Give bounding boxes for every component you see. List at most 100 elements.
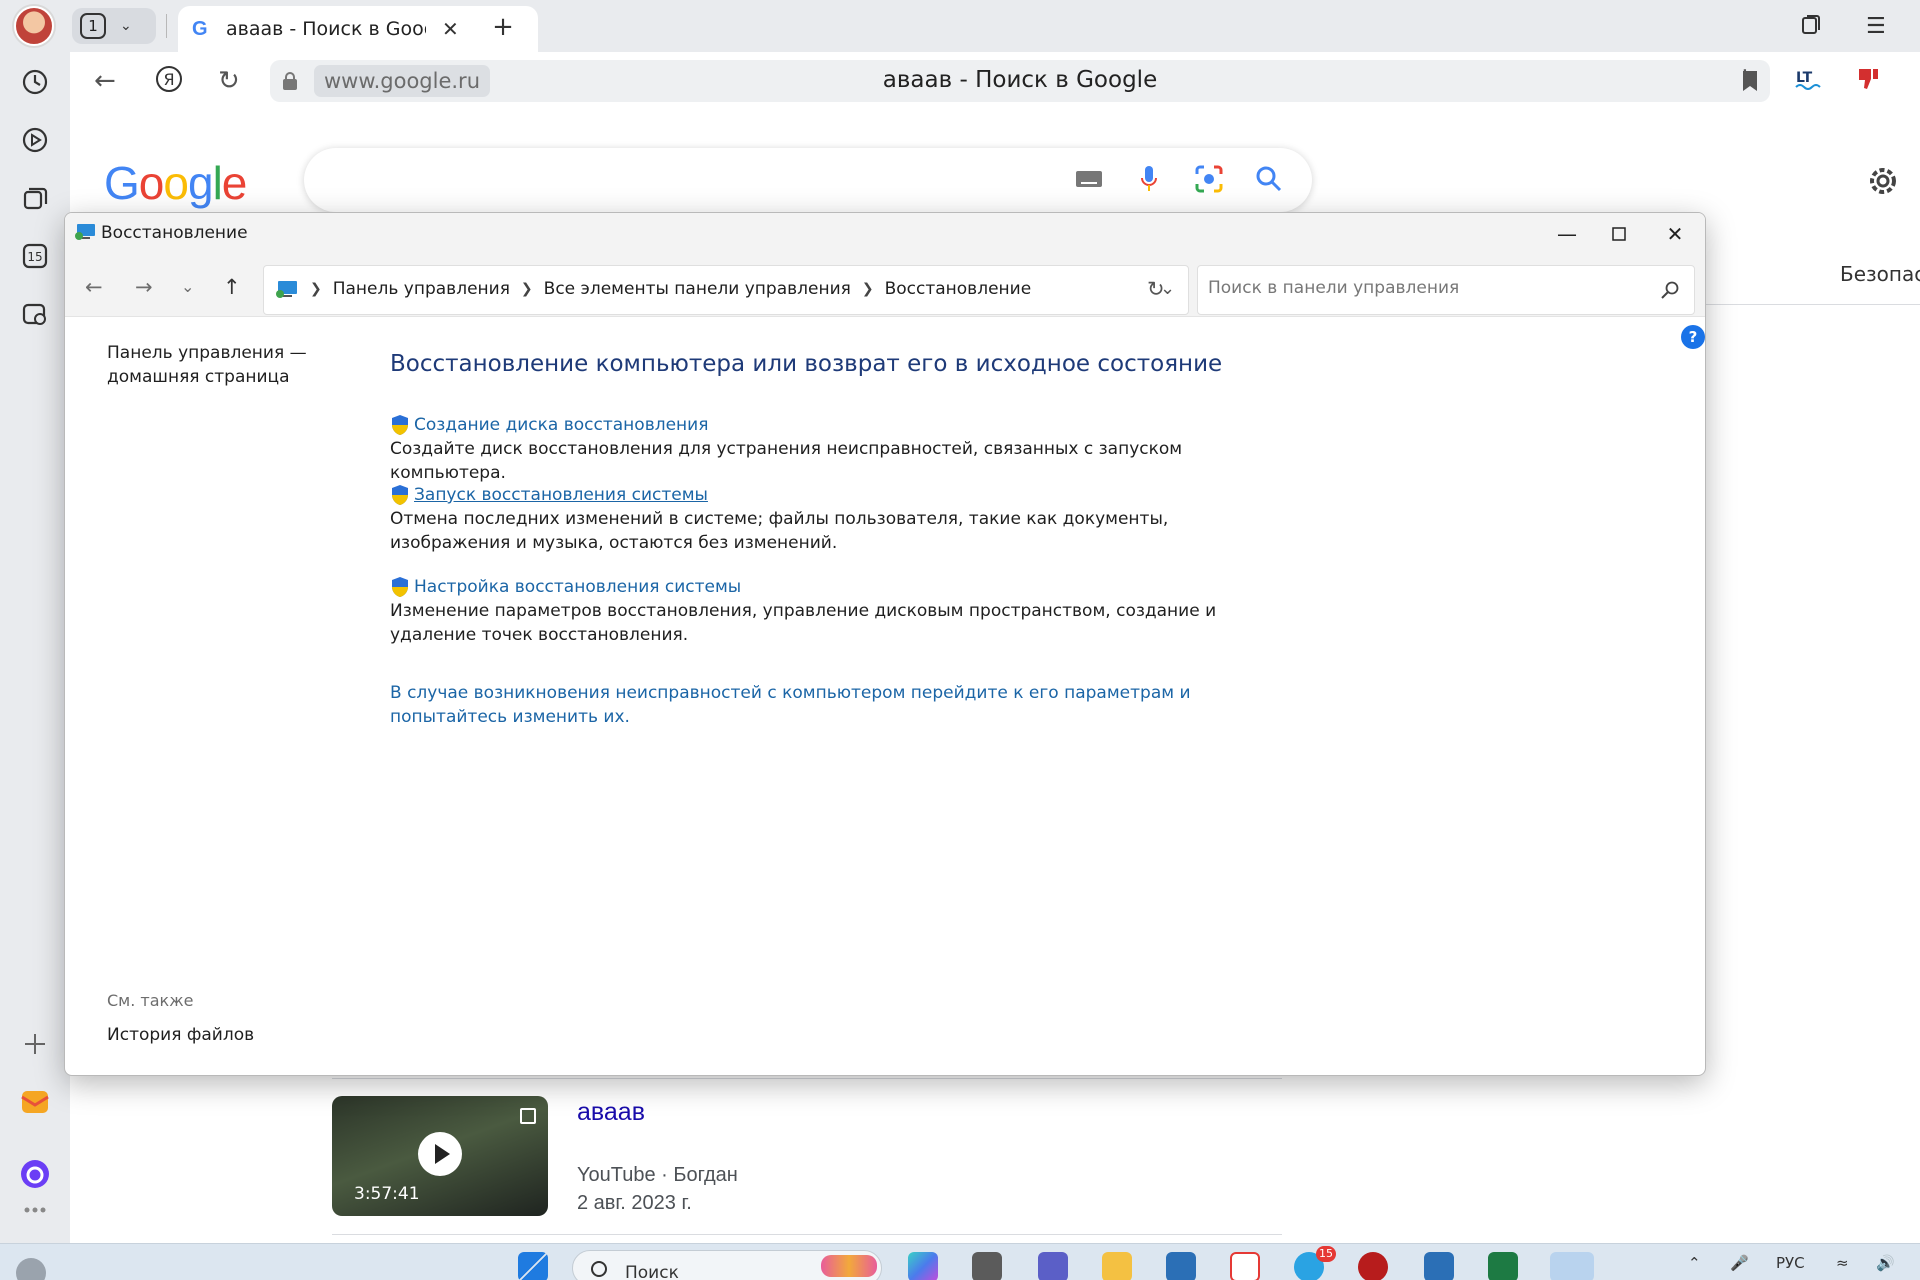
store-icon[interactable]	[1166, 1252, 1196, 1280]
breadcrumb-chevron-icon: ❯	[861, 281, 874, 297]
breadcrumb-chevron-icon: ❯	[310, 281, 322, 297]
start-windows-icon[interactable]	[518, 1252, 548, 1280]
dislike-extension-icon[interactable]	[1856, 66, 1886, 99]
control-panel-home-link[interactable]: Панель управления — домашняя страница	[107, 341, 317, 389]
task-description: Отмена последних изменений в системе; фа…	[390, 509, 1169, 553]
video-result-source: YouTube · Богдан	[577, 1164, 738, 1186]
close-icon[interactable]: ✕	[442, 17, 459, 41]
tab-title: аваав - Поиск в Google	[226, 18, 426, 40]
forward-arrow-icon[interactable]: →	[135, 275, 153, 299]
weather-widget-icon[interactable]	[16, 1258, 46, 1280]
tab-google-search[interactable]: G аваав - Поиск в Google ✕	[178, 6, 538, 52]
yandex-browser-icon[interactable]	[1230, 1252, 1260, 1280]
recent-locations-chevron-icon[interactable]: ⌄	[181, 277, 194, 296]
safe-search-label[interactable]: Безопаснь	[1840, 262, 1920, 286]
refresh-icon[interactable]: ↻	[1147, 277, 1165, 301]
windows-taskbar: Поиск 15 ⌃ 🎤 РУС ≈ 🔊	[0, 1243, 1920, 1280]
tab-group-switcher[interactable]: 1 ⌄	[72, 8, 156, 44]
notepad-icon[interactable]	[1424, 1252, 1454, 1280]
taskbar-search[interactable]: Поиск	[572, 1250, 882, 1280]
back-arrow-icon[interactable]: ←	[85, 275, 103, 299]
svg-text:LT: LT	[1796, 70, 1813, 86]
control-panel-search	[1197, 265, 1695, 315]
copilot-icon[interactable]	[908, 1252, 938, 1280]
bookmarks-panel-icon[interactable]	[1800, 14, 1822, 42]
camera-lens-icon[interactable]	[1192, 162, 1226, 196]
search-icon[interactable]	[1252, 162, 1286, 196]
video-result-title[interactable]: аваав	[577, 1098, 645, 1127]
window-titlebar[interactable]: Восстановление — ✕	[65, 213, 1705, 255]
taskbar-search-label: Поиск	[625, 1263, 679, 1280]
teams-icon[interactable]	[1038, 1252, 1068, 1280]
translate-extension-icon[interactable]: LT	[1794, 68, 1824, 99]
gear-icon[interactable]	[1866, 164, 1900, 198]
uac-shield-icon	[392, 485, 408, 505]
tab-divider	[166, 14, 167, 38]
close-button[interactable]: ✕	[1647, 217, 1703, 251]
excel-icon[interactable]	[1488, 1252, 1518, 1280]
google-logo[interactable]: Google	[104, 156, 247, 210]
troubleshoot-settings-link[interactable]: В случае возникновения неисправностей с …	[390, 681, 1270, 729]
task-view-icon[interactable]	[972, 1252, 1002, 1280]
reload-icon[interactable]: ↻	[218, 66, 240, 96]
control-panel-taskbar-icon[interactable]	[1550, 1252, 1594, 1280]
results-divider	[332, 1234, 1282, 1235]
help-icon[interactable]: ?	[1681, 325, 1705, 349]
breadcrumb-item-control-panel[interactable]: Панель управления	[333, 279, 510, 299]
create-recovery-drive-link[interactable]: Создание диска восстановления	[390, 413, 1290, 437]
more-vertical-icon[interactable]: ⋮	[1734, 66, 1756, 91]
tab-bar: 1 ⌄ G аваав - Поиск в Google ✕ + ☰	[70, 0, 1920, 52]
calendar-day-text: 15	[27, 250, 42, 264]
microphone-icon[interactable]	[1132, 162, 1166, 196]
video-play-icon[interactable]	[17, 122, 53, 158]
google-search-box[interactable]	[304, 148, 1312, 212]
microphone-icon[interactable]: 🎤	[1730, 1254, 1749, 1272]
configure-system-restore-link[interactable]: Настройка восстановления системы	[390, 575, 1290, 599]
chevron-down-icon: ⌄	[120, 18, 132, 34]
alice-assistant-icon[interactable]	[17, 1156, 53, 1192]
search-icon	[591, 1261, 607, 1277]
profile-avatar[interactable]	[14, 6, 54, 46]
volume-icon[interactable]: 🔊	[1876, 1254, 1895, 1272]
more-dots-icon[interactable]	[17, 1200, 53, 1220]
play-icon[interactable]	[418, 1132, 462, 1176]
maximize-button[interactable]	[1591, 217, 1647, 251]
file-explorer-icon[interactable]	[1102, 1252, 1132, 1280]
media-app-icon[interactable]	[1358, 1252, 1388, 1280]
yandex-icon[interactable]: Я	[154, 64, 184, 101]
video-result-date: 2 авг. 2023 г.	[577, 1192, 692, 1214]
search-input[interactable]	[1208, 278, 1648, 298]
screenshot-icon[interactable]	[17, 296, 53, 332]
breadcrumb-item-all-items[interactable]: Все элементы панели управления	[544, 279, 851, 299]
back-arrow-icon[interactable]: ←	[94, 66, 116, 96]
breadcrumb-item-recovery[interactable]: Восстановление	[885, 279, 1032, 299]
expand-icon[interactable]	[520, 1108, 536, 1124]
recovery-app-icon	[75, 224, 95, 240]
search-icon[interactable]	[1660, 280, 1680, 300]
breadcrumb[interactable]: ❯ Панель управления ❯ Все элементы панел…	[263, 265, 1189, 315]
language-indicator[interactable]: РУС	[1776, 1254, 1805, 1272]
file-history-link[interactable]: История файлов	[107, 1025, 254, 1045]
start-system-restore-link[interactable]: Запуск восстановления системы	[390, 483, 1290, 507]
new-tab-button[interactable]: +	[486, 10, 520, 44]
keyboard-icon[interactable]	[1072, 162, 1106, 196]
url-domain: www.google.ru	[314, 65, 491, 97]
url-field[interactable]: www.google.ru аваав - Поиск в Google	[270, 60, 1770, 102]
video-thumbnail[interactable]: 3:57:41	[332, 1096, 548, 1216]
menu-icon[interactable]: ☰	[1866, 14, 1886, 39]
video-duration: 3:57:41	[354, 1184, 420, 1204]
add-panel-icon[interactable]	[17, 1026, 53, 1062]
task-description: Изменение параметров восстановления, упр…	[390, 601, 1217, 645]
calendar-icon[interactable]: 15	[17, 238, 53, 274]
telegram-badge: 15	[1316, 1246, 1336, 1262]
wifi-icon[interactable]: ≈	[1836, 1254, 1849, 1272]
mail-icon[interactable]	[17, 1084, 53, 1120]
task-link-label: Запуск восстановления системы	[414, 485, 708, 505]
up-arrow-icon[interactable]: ↑	[223, 275, 241, 299]
browser-sidebar: 15	[0, 0, 70, 1243]
history-icon[interactable]	[17, 64, 53, 100]
collections-icon[interactable]	[17, 180, 53, 216]
minimize-button[interactable]: —	[1539, 217, 1595, 251]
tray-chevron-up-icon[interactable]: ⌃	[1688, 1254, 1701, 1272]
control-panel-window: Восстановление — ✕ ← → ⌄ ↑ ❯ Панель упра…	[64, 212, 1706, 1076]
